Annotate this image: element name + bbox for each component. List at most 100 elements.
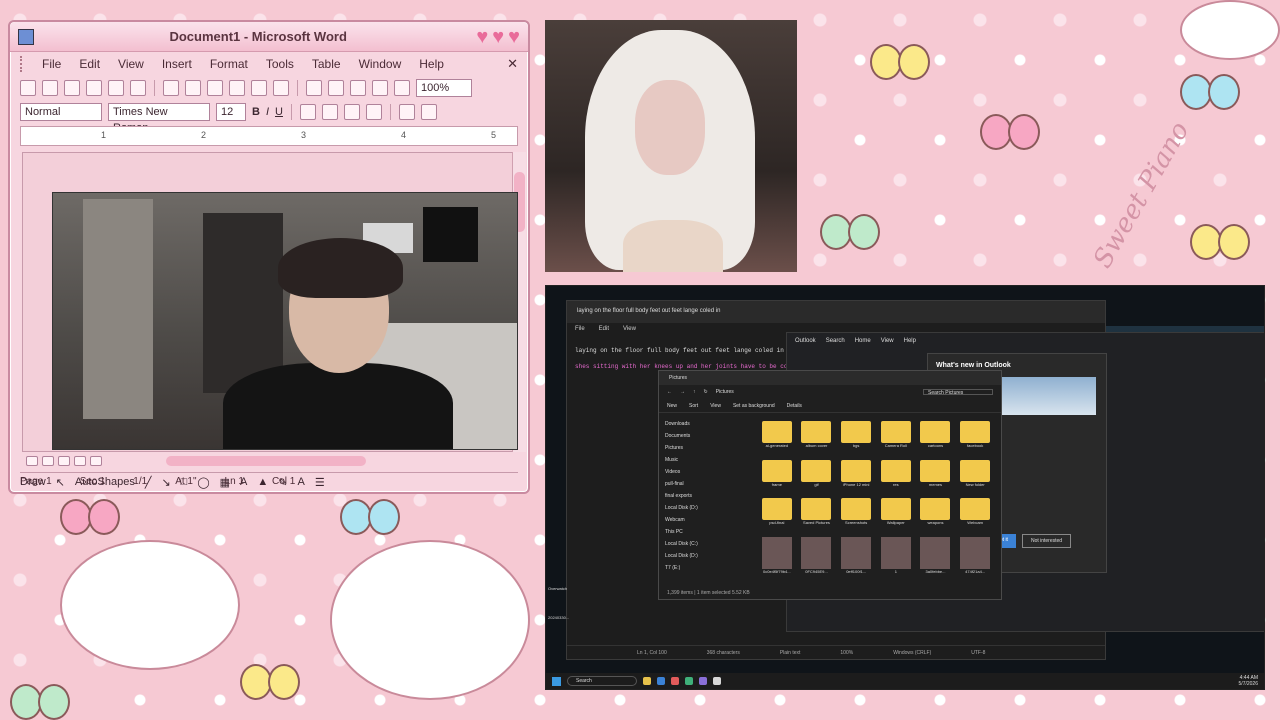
photo-item[interactable]: 1: [878, 536, 914, 582]
folder-item[interactable]: frame: [759, 459, 795, 495]
explorer-sidebar-item[interactable]: Documents: [665, 433, 741, 445]
maximize-heart-icon[interactable]: ♥: [492, 27, 504, 47]
explorer-sidebar-item[interactable]: pull-final: [665, 481, 741, 493]
new-button[interactable]: New: [667, 403, 677, 409]
outlook-tab-home[interactable]: Home: [855, 338, 871, 344]
taskbar-app-icon[interactable]: [685, 677, 693, 685]
folder-item[interactable]: Screenshots: [838, 498, 874, 533]
refresh-icon[interactable]: ↻: [704, 389, 708, 395]
underline-button[interactable]: U: [275, 106, 283, 118]
notepad-menu-view[interactable]: View: [623, 326, 636, 334]
print-icon[interactable]: [108, 80, 124, 96]
horizontal-scroll-thumb[interactable]: [166, 456, 366, 466]
up-arrow-icon[interactable]: ↑: [693, 389, 696, 395]
print-preview-icon[interactable]: [130, 80, 146, 96]
align-left-icon[interactable]: [299, 104, 316, 120]
photo-item[interactable]: 3a0febbe...: [918, 536, 954, 582]
folder-item[interactable]: cartoons: [918, 421, 954, 456]
bold-button[interactable]: B: [252, 106, 260, 118]
save-icon[interactable]: [64, 80, 80, 96]
menu-view[interactable]: View: [118, 57, 144, 71]
redo-icon[interactable]: [328, 80, 344, 96]
print-view-icon[interactable]: [58, 456, 70, 466]
show-hide-icon[interactable]: [394, 80, 410, 96]
folder-item[interactable]: bgs: [838, 421, 874, 456]
photo-item[interactable]: 0eff100f1...: [838, 536, 874, 582]
folder-item[interactable]: weapons: [918, 498, 954, 533]
paste-icon[interactable]: [251, 80, 267, 96]
folder-item[interactable]: Camera Roll: [878, 421, 914, 456]
outlook-tab-help[interactable]: Help: [904, 338, 916, 344]
explorer-sidebar-item[interactable]: Music: [665, 457, 741, 469]
folder-item[interactable]: iPhone 12 mini: [838, 459, 874, 495]
cut-icon[interactable]: [207, 80, 223, 96]
explorer-sidebar-item[interactable]: Videos: [665, 469, 741, 481]
photo-item[interactable]: 474f21a4...: [957, 536, 993, 582]
highlight-icon[interactable]: [398, 104, 415, 120]
table-icon[interactable]: [372, 80, 388, 96]
close-document-icon[interactable]: ✕: [507, 56, 518, 72]
menu-tools[interactable]: Tools: [266, 57, 294, 71]
taskbar-app-icon[interactable]: [713, 677, 721, 685]
font-color-icon[interactable]: [420, 104, 437, 120]
explorer-tab[interactable]: Pictures: [659, 371, 1001, 385]
explorer-search-input[interactable]: Search Pictures: [923, 389, 993, 396]
taskbar-app-icon[interactable]: [699, 677, 707, 685]
folder-item[interactable]: Saved Pictures: [799, 498, 835, 533]
back-arrow-icon[interactable]: ←: [667, 389, 672, 395]
permission-icon[interactable]: [86, 80, 102, 96]
start-icon[interactable]: [552, 676, 561, 686]
font-size-select[interactable]: 12: [216, 103, 246, 121]
style-select[interactable]: Normal: [20, 103, 102, 121]
explorer-sidebar-item[interactable]: Downloads: [665, 421, 741, 433]
desktop-icon[interactable]: Overwatch: [548, 586, 569, 591]
folder-item[interactable]: album cover: [799, 421, 835, 456]
taskbar-app-icon[interactable]: [643, 677, 651, 685]
explorer-sidebar-item[interactable]: Local Disk (C:): [665, 541, 741, 553]
open-icon[interactable]: [42, 80, 58, 96]
explorer-sidebar-item[interactable]: Pictures: [665, 445, 741, 457]
menu-format[interactable]: Format: [210, 57, 248, 71]
undo-icon[interactable]: [306, 80, 322, 96]
folder-item[interactable]: gif: [799, 459, 835, 495]
forward-arrow-icon[interactable]: →: [680, 389, 685, 395]
menu-insert[interactable]: Insert: [162, 57, 192, 71]
justify-icon[interactable]: [365, 104, 382, 120]
font-select[interactable]: Times New Roman: [108, 103, 210, 134]
outline-view-icon[interactable]: [74, 456, 86, 466]
set-background-button[interactable]: Set as background: [733, 403, 775, 409]
align-center-icon[interactable]: [321, 104, 338, 120]
photo-item[interactable]: 0c0e4f5f79b4...: [759, 536, 795, 582]
menu-help[interactable]: Help: [419, 57, 444, 71]
copy-icon[interactable]: [229, 80, 245, 96]
explorer-sidebar-item[interactable]: Local Disk (D:): [665, 553, 741, 565]
desktop-icon[interactable]: 20240330...: [548, 615, 569, 620]
format-painter-icon[interactable]: [273, 80, 289, 96]
minimize-heart-icon[interactable]: ♥: [476, 27, 488, 47]
explorer-sidebar-item[interactable]: Local Disk (D:): [665, 505, 741, 517]
menu-window[interactable]: Window: [359, 57, 402, 71]
spelling-icon[interactable]: [163, 80, 179, 96]
folder-item[interactable]: facebook: [957, 421, 993, 456]
folder-item[interactable]: res: [878, 459, 914, 495]
taskbar-search[interactable]: Search: [567, 676, 637, 686]
close-heart-icon[interactable]: ♥: [508, 27, 520, 47]
notepad-tab[interactable]: laying on the floor full body feet out f…: [567, 301, 1105, 323]
menu-edit[interactable]: Edit: [79, 57, 100, 71]
hyperlink-icon[interactable]: [350, 80, 366, 96]
explorer-sidebar-item[interactable]: This PC: [665, 529, 741, 541]
normal-view-icon[interactable]: [26, 456, 38, 466]
folder-item[interactable]: psd-final: [759, 498, 795, 533]
taskbar-app-icon[interactable]: [671, 677, 679, 685]
reading-view-icon[interactable]: [90, 456, 102, 466]
folder-item[interactable]: memes: [918, 459, 954, 495]
taskbar-clock[interactable]: 4:44 AM 5/7/2026: [1239, 675, 1258, 687]
italic-button[interactable]: I: [266, 106, 269, 118]
folder-item[interactable]: Wallpaper: [878, 498, 914, 533]
explorer-sidebar-item[interactable]: Webcam: [665, 517, 741, 529]
align-right-icon[interactable]: [343, 104, 360, 120]
explorer-sidebar-item[interactable]: T7 (E:): [665, 565, 741, 577]
details-button[interactable]: Details: [787, 403, 802, 409]
view-button[interactable]: View: [710, 403, 721, 409]
photo-item[interactable]: 0FC945E9...: [799, 536, 835, 582]
